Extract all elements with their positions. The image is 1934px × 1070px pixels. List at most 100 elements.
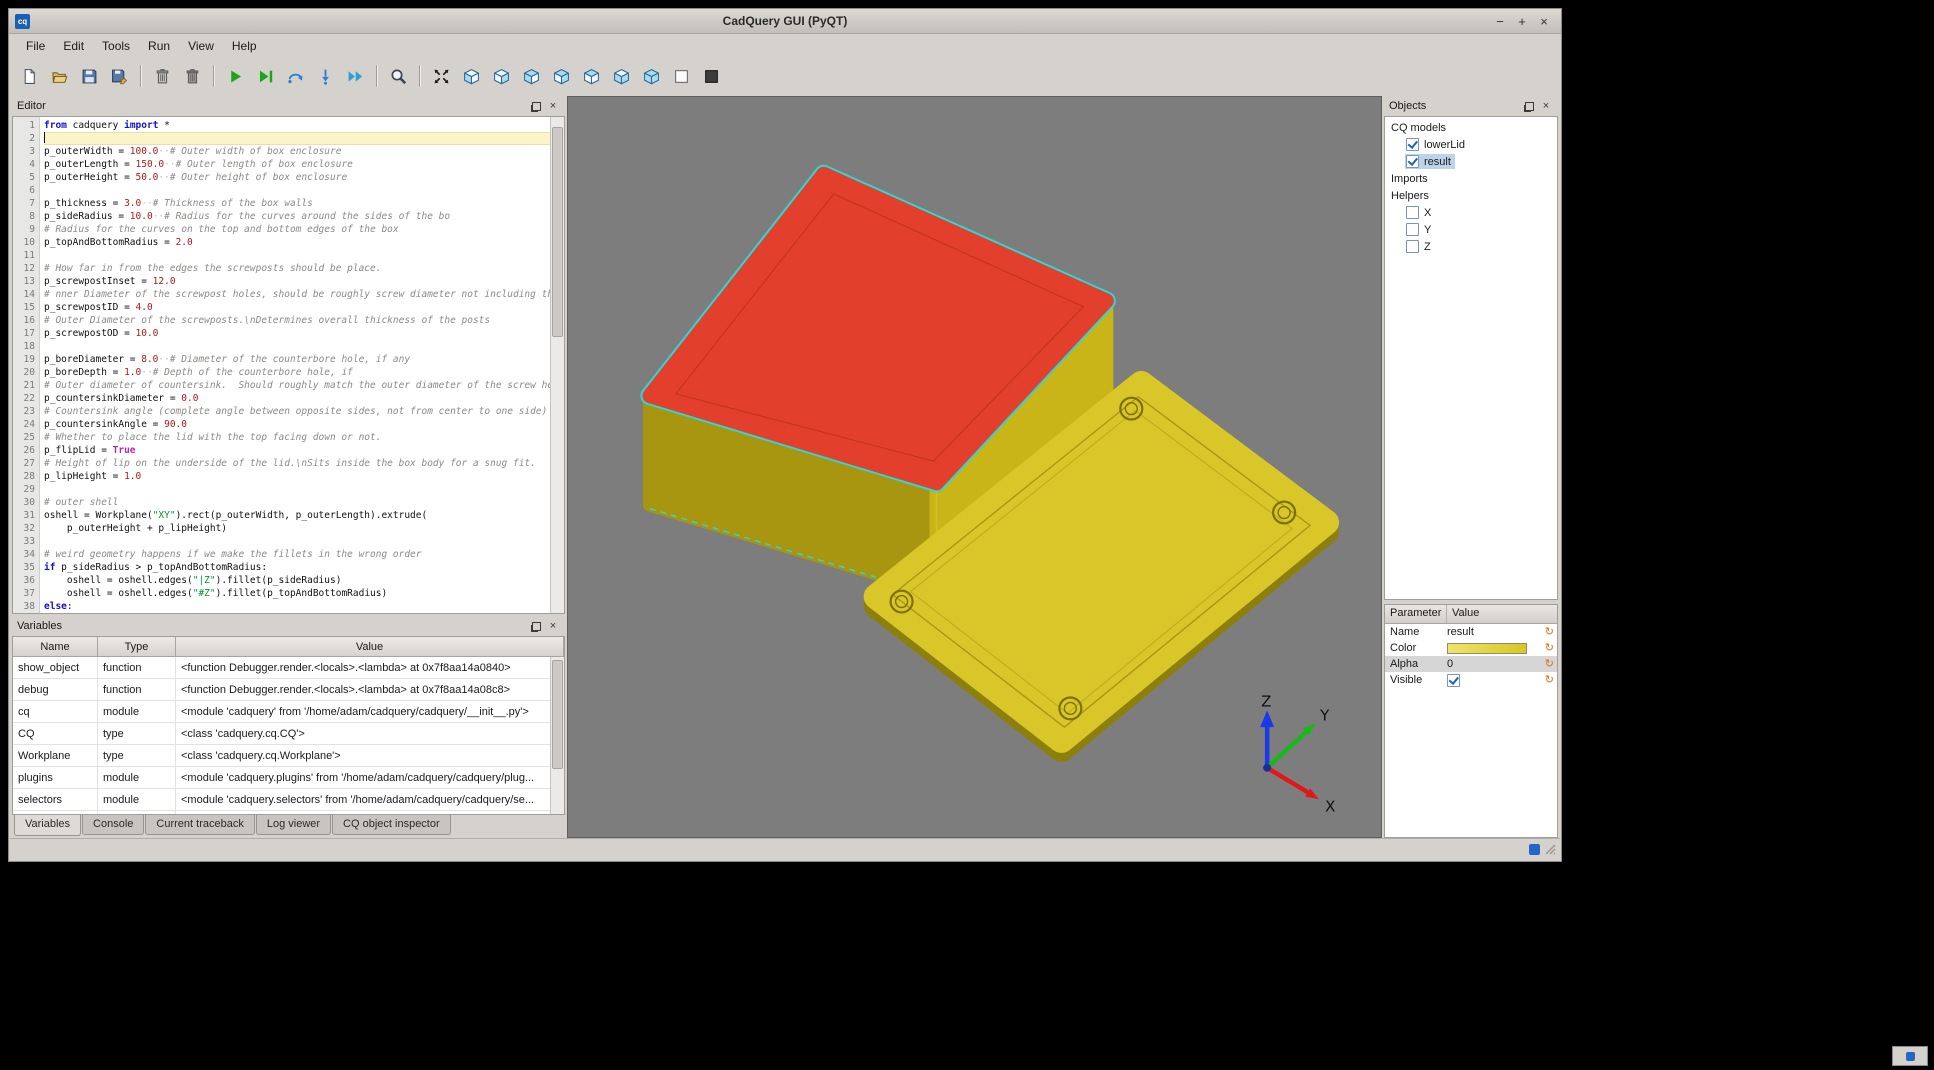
column-header-parameter[interactable]: Parameter xyxy=(1385,605,1447,623)
code-line-28[interactable]: p_lipHeight = 1.0 xyxy=(44,470,564,483)
code-line-31[interactable]: oshell = Workplane("XY").rect(p_outerWid… xyxy=(44,509,564,522)
code-line-5[interactable]: p_outerHeight = 50.0··# Outer height of … xyxy=(44,171,564,184)
menu-run[interactable]: Run xyxy=(139,36,179,56)
toolbar-continue-button[interactable] xyxy=(341,62,369,90)
objects-close-button[interactable]: × xyxy=(1539,99,1553,113)
menu-file[interactable]: File xyxy=(17,36,54,56)
toolbar-wireframe-mode-button[interactable] xyxy=(667,62,695,90)
visible-checkbox[interactable] xyxy=(1447,674,1460,687)
code-line-6[interactable] xyxy=(44,184,564,197)
toolbar-debug-button[interactable] xyxy=(251,62,279,90)
toolbar-clean-all-button[interactable] xyxy=(178,62,206,90)
param-row-alpha[interactable]: Alpha0↻ xyxy=(1385,656,1557,672)
code-line-16[interactable]: # Outer Diameter of the screwposts.\nDet… xyxy=(44,314,564,327)
code-line-36[interactable]: oshell = oshell.edges("|Z").fillet(p_sid… xyxy=(44,574,564,587)
param-row-color[interactable]: Color↻ xyxy=(1385,640,1557,656)
checkbox-z[interactable] xyxy=(1406,240,1419,253)
code-line-33[interactable] xyxy=(44,535,564,548)
tab-variables[interactable]: Variables xyxy=(14,815,81,836)
code-line-8[interactable]: p_sideRadius = 10.0··# Radius for the cu… xyxy=(44,210,564,223)
code-line-30[interactable]: # outer shell xyxy=(44,496,564,509)
close-button[interactable]: × xyxy=(1535,12,1553,30)
menu-tools[interactable]: Tools xyxy=(93,36,139,56)
editor-scrollbar[interactable] xyxy=(550,117,564,613)
code-line-3[interactable]: p_outerWidth = 100.0··# Outer width of b… xyxy=(44,145,564,158)
column-header-value[interactable]: Value xyxy=(176,637,564,657)
toolbar-render-button[interactable] xyxy=(221,62,249,90)
objects-float-button[interactable] xyxy=(1522,99,1536,113)
toolbar-view-axonometric-button[interactable] xyxy=(637,62,665,90)
tree-item-y[interactable]: Y xyxy=(1385,221,1557,238)
code-line-26[interactable]: p_flipLid = True xyxy=(44,444,564,457)
variables-scrollbar[interactable] xyxy=(550,657,564,814)
tree-item-z[interactable]: Z xyxy=(1385,238,1557,255)
code-line-27[interactable]: # Height of lip on the underside of the … xyxy=(44,457,564,470)
menu-help[interactable]: Help xyxy=(223,36,266,56)
code-line-29[interactable] xyxy=(44,483,564,496)
revert-button[interactable]: ↻ xyxy=(1545,675,1557,686)
minimize-button[interactable]: − xyxy=(1491,12,1509,30)
code-line-21[interactable]: # Outer diameter of countersink. Should … xyxy=(44,379,564,392)
variables-close-button[interactable]: × xyxy=(546,619,560,633)
tree-item-helpers[interactable]: Helpers xyxy=(1385,187,1557,204)
code-line-38[interactable]: else: xyxy=(44,600,564,613)
checkbox-lowerlid[interactable] xyxy=(1406,138,1419,151)
code-line-35[interactable]: if p_sideRadius > p_topAndBottomRadius: xyxy=(44,561,564,574)
menu-view[interactable]: View xyxy=(179,36,223,56)
toolbar-view-front-button[interactable] xyxy=(457,62,485,90)
tab-log-viewer[interactable]: Log viewer xyxy=(256,815,331,835)
variables-scrollbar-thumb[interactable] xyxy=(552,660,563,769)
editor-close-button[interactable]: × xyxy=(546,99,560,113)
code-line-12[interactable]: # How far in from the edges the screwpos… xyxy=(44,262,564,275)
toolbar-view-back-button[interactable] xyxy=(487,62,515,90)
variable-row-workplane[interactable]: Workplanetype<class 'cadquery.cq.Workpla… xyxy=(13,745,564,767)
code-line-22[interactable]: p_countersinkDiameter = 0.0 xyxy=(44,392,564,405)
toolbar-new-file-button[interactable] xyxy=(15,62,43,90)
revert-button[interactable]: ↻ xyxy=(1545,659,1557,670)
revert-button[interactable]: ↻ xyxy=(1545,643,1557,654)
code-line-7[interactable]: p_thickness = 3.0··# Thickness of the bo… xyxy=(44,197,564,210)
editor-scrollbar-thumb[interactable] xyxy=(552,127,563,337)
viewport-3d[interactable]: Z Y X xyxy=(567,96,1382,838)
param-row-name[interactable]: Nameresult↻ xyxy=(1385,624,1557,640)
code-line-13[interactable]: p_screwpostInset = 12.0 xyxy=(44,275,564,288)
editor-float-button[interactable] xyxy=(529,99,543,113)
variable-row-selectors[interactable]: selectorsmodule<module 'cadquery.selecto… xyxy=(13,789,564,811)
maximize-button[interactable]: + xyxy=(1513,12,1531,30)
variable-row-cq[interactable]: cqmodule<module 'cadquery' from '/home/a… xyxy=(13,701,564,723)
column-header-name[interactable]: Name xyxy=(13,637,98,657)
column-header-type[interactable]: Type xyxy=(98,637,176,657)
toolbar-shaded-mode-button[interactable] xyxy=(697,62,725,90)
menu-edit[interactable]: Edit xyxy=(54,36,93,56)
title-bar[interactable]: cq CadQuery GUI (PyQT) − + × xyxy=(9,9,1561,34)
checkbox-result[interactable] xyxy=(1406,155,1419,168)
toolbar-step-into-button[interactable] xyxy=(311,62,339,90)
code-line-15[interactable]: p_screwpostID = 4.0 xyxy=(44,301,564,314)
toolbar-clean-current-button[interactable] xyxy=(148,62,176,90)
resize-grip[interactable] xyxy=(1544,843,1557,856)
code-line-32[interactable]: p_outerHeight + p_lipHeight) xyxy=(44,522,564,535)
column-header-param-value[interactable]: Value xyxy=(1447,605,1557,623)
param-value[interactable]: 0 xyxy=(1447,658,1453,670)
code-line-24[interactable]: p_countersinkAngle = 90.0 xyxy=(44,418,564,431)
toolbar-zoom-selection-button[interactable] xyxy=(384,62,412,90)
tree-item-result[interactable]: result xyxy=(1385,153,1557,170)
toolbar-open-file-button[interactable] xyxy=(45,62,73,90)
tree-item-x[interactable]: X xyxy=(1385,204,1557,221)
color-swatch[interactable] xyxy=(1447,643,1527,654)
checkbox-y[interactable] xyxy=(1406,223,1419,236)
code-line-14[interactable]: # nner Diameter of the screwpost holes, … xyxy=(44,288,564,301)
variables-float-button[interactable] xyxy=(529,619,543,633)
toolbar-view-left-button[interactable] xyxy=(517,62,545,90)
param-value[interactable]: result xyxy=(1447,626,1474,638)
code-line-1[interactable]: from cadquery import * xyxy=(44,119,564,132)
param-row-visible[interactable]: Visible↻ xyxy=(1385,672,1557,688)
tree-item-cq-models[interactable]: CQ models xyxy=(1385,119,1557,136)
toolbar-view-right-button[interactable] xyxy=(547,62,575,90)
code-area[interactable]: from cadquery import * p_outerWidth = 100… xyxy=(40,117,564,613)
code-line-20[interactable]: p_boreDepth = 1.0··# Depth of the counte… xyxy=(44,366,564,379)
code-line-11[interactable] xyxy=(44,249,564,262)
code-line-18[interactable] xyxy=(44,340,564,353)
toolbar-view-top-button[interactable] xyxy=(577,62,605,90)
code-line-4[interactable]: p_outerLength = 150.0··# Outer length of… xyxy=(44,158,564,171)
